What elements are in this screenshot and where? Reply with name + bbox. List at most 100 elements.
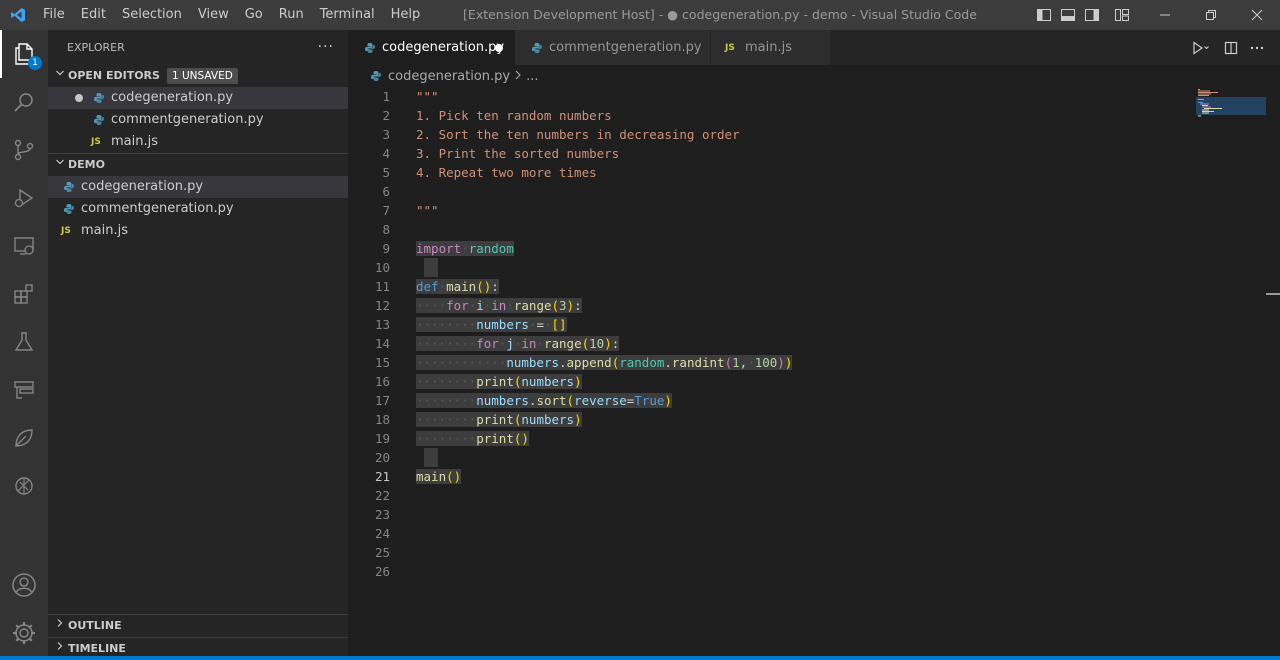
code-line[interactable]: ········print(numbers) bbox=[416, 372, 1196, 391]
menu-go[interactable]: Go bbox=[237, 0, 271, 30]
run-python-file-icon[interactable] bbox=[1186, 30, 1216, 65]
line-number: 25 bbox=[374, 545, 390, 560]
menu-selection[interactable]: Selection bbox=[114, 0, 190, 30]
line-number: 18 bbox=[374, 412, 390, 427]
minimize-icon[interactable] bbox=[1142, 0, 1188, 30]
line-number: 17 bbox=[374, 393, 390, 408]
restore-icon[interactable] bbox=[1188, 0, 1234, 30]
explorer-title: EXPLORER bbox=[67, 41, 125, 54]
minimap[interactable] bbox=[1196, 87, 1266, 127]
file-tree-item[interactable]: codegeneration.py bbox=[48, 176, 348, 198]
open-editor-item[interactable]: JS main.js bbox=[48, 131, 348, 153]
vscode-logo-icon bbox=[0, 0, 35, 30]
code-line[interactable]: ········print(numbers) bbox=[416, 410, 1196, 429]
code-area[interactable]: """ 1. Pick ten random numbers 2. Sort the… bbox=[416, 87, 1196, 581]
editor-tab-bar: codegeneration.py commentgeneration.py J… bbox=[348, 30, 1280, 65]
explorer-icon[interactable]: 1 bbox=[0, 30, 48, 78]
breadcrumb: codegeneration.py ... bbox=[348, 65, 1280, 87]
pipeline-icon[interactable] bbox=[0, 366, 48, 414]
code-line[interactable]: def·main(): bbox=[416, 277, 1196, 296]
line-number: 6 bbox=[382, 184, 390, 199]
code-line[interactable] bbox=[416, 543, 1196, 562]
code-editor[interactable]: 1 2 3 4 5 6 7 8 9 10 11 12 13 14 15 16 17 18 19 20 21 22 23 24 2… bbox=[348, 87, 1280, 656]
workspace-header[interactable]: DEMO bbox=[48, 154, 348, 176]
modified-dot-icon[interactable] bbox=[75, 94, 83, 102]
unsaved-badge: 1 UNSAVED bbox=[166, 68, 238, 84]
extensions-icon[interactable] bbox=[0, 270, 48, 318]
account-icon[interactable] bbox=[0, 561, 48, 609]
code-line[interactable]: ····for·i·in·range(3): bbox=[416, 296, 1196, 315]
toggle-panel-icon[interactable] bbox=[1056, 0, 1080, 30]
chevron-down-icon bbox=[52, 154, 68, 176]
code-line[interactable]: ············numbers.append(random.randin… bbox=[416, 353, 1196, 372]
file-tree-item[interactable]: JS main.js bbox=[48, 220, 348, 242]
menu-edit[interactable]: Edit bbox=[73, 0, 114, 30]
network-extension-icon[interactable] bbox=[0, 462, 48, 510]
more-actions-icon[interactable]: ··· bbox=[318, 30, 334, 65]
line-number-gutter: 1 2 3 4 5 6 7 8 9 10 11 12 13 14 15 16 17 18 19 20 21 22 23 24 2… bbox=[348, 87, 390, 581]
code-line[interactable]: 4. Repeat two more times bbox=[416, 163, 1196, 182]
code-line[interactable]: 2. Sort the ten numbers in decreasing or… bbox=[416, 125, 1196, 144]
code-line[interactable]: 3. Print the sorted numbers bbox=[416, 144, 1196, 163]
tab-codegeneration[interactable]: codegeneration.py bbox=[348, 30, 515, 65]
vertical-scrollbar[interactable] bbox=[1266, 87, 1280, 656]
code-line[interactable]: ········print() bbox=[416, 429, 1196, 448]
code-line[interactable] bbox=[416, 486, 1196, 505]
menu-view[interactable]: View bbox=[190, 0, 237, 30]
code-line[interactable]: ········numbers.sort(reverse=True) bbox=[416, 391, 1196, 410]
open-editor-label: main.js bbox=[111, 134, 158, 149]
open-editors-header[interactable]: OPEN EDITORS 1 UNSAVED bbox=[48, 65, 348, 87]
tab-label: main.js bbox=[745, 40, 792, 55]
python-file-icon bbox=[529, 40, 545, 56]
code-line[interactable] bbox=[416, 524, 1196, 543]
file-tree-item[interactable]: commentgeneration.py bbox=[48, 198, 348, 220]
settings-gear-icon[interactable] bbox=[0, 609, 48, 657]
code-line[interactable] bbox=[416, 182, 1196, 201]
outline-header[interactable]: OUTLINE bbox=[48, 615, 348, 637]
leaf-extension-icon[interactable] bbox=[0, 414, 48, 462]
tab-commentgeneration[interactable]: commentgeneration.py bbox=[515, 30, 710, 65]
search-icon[interactable] bbox=[0, 78, 48, 126]
menu-run[interactable]: Run bbox=[271, 0, 312, 30]
customize-layout-icon[interactable] bbox=[1110, 0, 1134, 30]
code-line[interactable]: 1. Pick ten random numbers bbox=[416, 106, 1196, 125]
code-line[interactable]: main() bbox=[416, 467, 1196, 486]
toggle-secondary-sidebar-icon[interactable] bbox=[1080, 0, 1104, 30]
source-control-icon[interactable] bbox=[0, 126, 48, 174]
code-line[interactable] bbox=[416, 258, 1196, 277]
menu-terminal[interactable]: Terminal bbox=[312, 0, 383, 30]
open-editor-item[interactable]: commentgeneration.py bbox=[48, 109, 348, 131]
close-window-icon[interactable] bbox=[1234, 0, 1280, 30]
remote-explorer-icon[interactable] bbox=[0, 222, 48, 270]
menu-file[interactable]: File bbox=[35, 0, 73, 30]
line-number: 1 bbox=[382, 89, 390, 104]
line-number: 10 bbox=[374, 260, 390, 275]
code-line[interactable]: """ bbox=[416, 201, 1196, 220]
more-actions-icon[interactable] bbox=[1246, 30, 1268, 65]
run-debug-icon[interactable] bbox=[0, 174, 48, 222]
python-file-icon bbox=[61, 201, 77, 217]
code-line[interactable] bbox=[416, 562, 1196, 581]
open-editor-label: codegeneration.py bbox=[111, 90, 234, 105]
line-number: 3 bbox=[382, 127, 390, 142]
file-tree-label: commentgeneration.py bbox=[81, 201, 234, 216]
testing-icon[interactable] bbox=[0, 318, 48, 366]
code-line[interactable] bbox=[416, 448, 1196, 467]
code-line[interactable]: """ bbox=[416, 87, 1196, 106]
code-line[interactable]: ········numbers·=·[] bbox=[416, 315, 1196, 334]
open-editor-item[interactable]: codegeneration.py bbox=[48, 87, 348, 109]
code-line[interactable]: ········for·j·in·range(10): bbox=[416, 334, 1196, 353]
javascript-file-icon: JS bbox=[725, 42, 735, 53]
unsaved-dot-icon[interactable] bbox=[495, 44, 503, 52]
code-line[interactable] bbox=[416, 220, 1196, 239]
code-line[interactable]: import·random bbox=[416, 239, 1196, 258]
breadcrumb-symbol[interactable]: ... bbox=[526, 69, 538, 84]
split-editor-icon[interactable] bbox=[1220, 30, 1242, 65]
tab-main-js[interactable]: JS main.js bbox=[711, 30, 830, 65]
line-number: 7 bbox=[382, 203, 390, 218]
breadcrumb-file[interactable]: codegeneration.py bbox=[388, 69, 510, 84]
tab-label: codegeneration.py bbox=[382, 40, 505, 55]
toggle-sidebar-icon[interactable] bbox=[1032, 0, 1056, 30]
code-line[interactable] bbox=[416, 505, 1196, 524]
chevron-down-icon bbox=[52, 65, 68, 87]
